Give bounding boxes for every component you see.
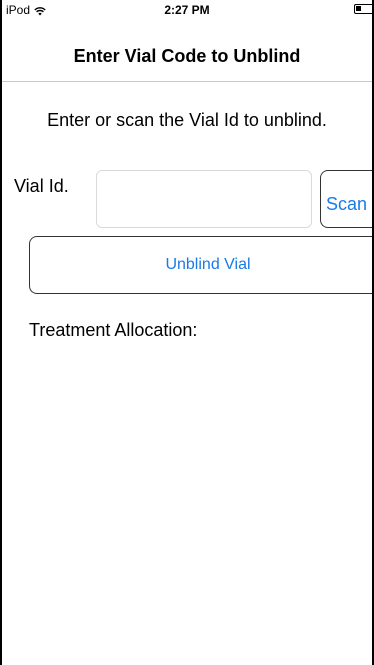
page-title: Enter Vial Code to Unblind [73,46,301,66]
instruction-text: Enter or scan the Vial Id to unblind. [47,110,327,130]
battery-icon [354,4,372,14]
battery-level [356,6,361,11]
status-bar: iPod 2:27 PM [2,0,372,20]
status-time: 2:27 PM [164,3,210,17]
scan-button[interactable]: Scan [320,170,372,228]
treatment-allocation-label: Treatment Allocation: [29,320,198,340]
unblind-vial-button[interactable]: Unblind Vial [29,236,372,294]
vial-id-input[interactable] [96,170,312,228]
vial-id-label: Vial Id. [14,176,69,196]
app-screen: iPod 2:27 PM Enter Vial Code to Unblind … [0,0,374,665]
nav-bar: Enter Vial Code to Unblind [2,20,372,82]
